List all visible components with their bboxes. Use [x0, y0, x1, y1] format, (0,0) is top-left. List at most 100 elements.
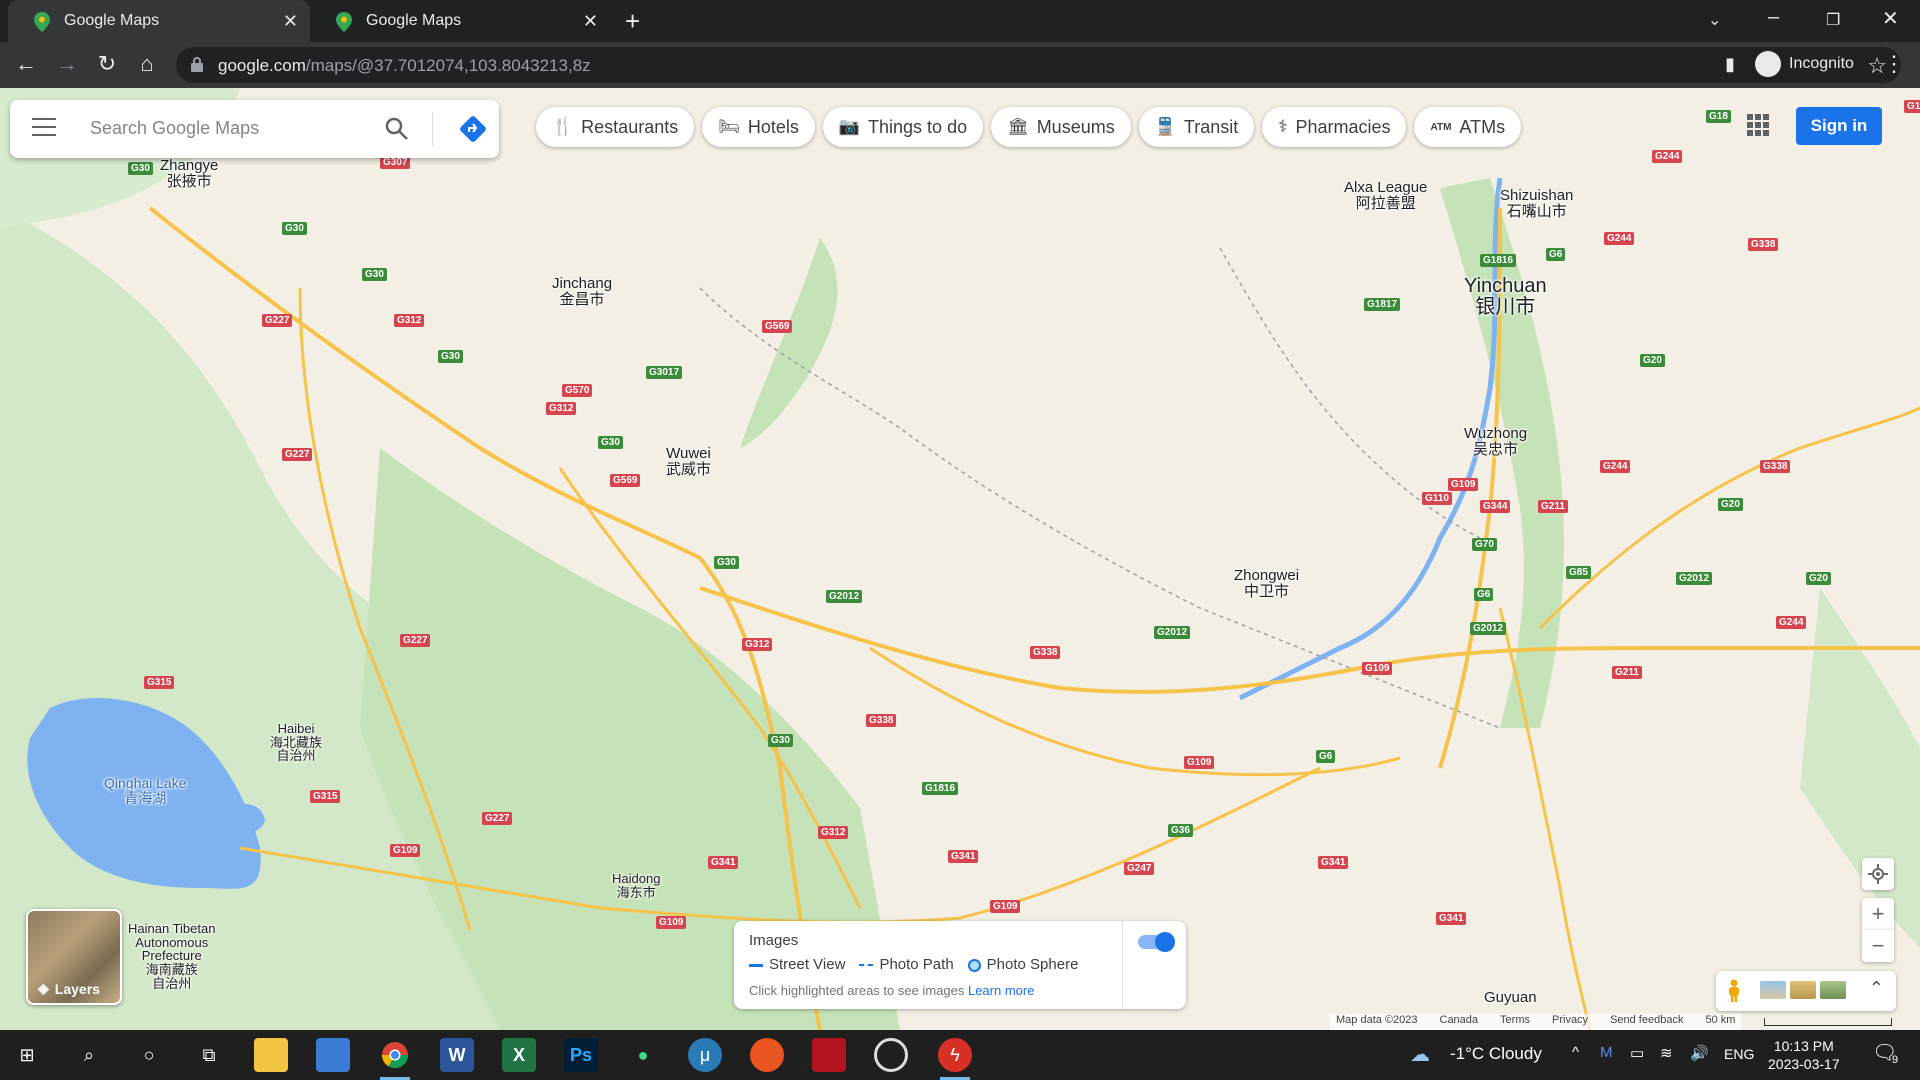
media-app-icon[interactable]: [812, 1038, 846, 1072]
city-label-haidong[interactable]: Haidong 海东市: [612, 872, 660, 899]
side-panel-icon[interactable]: ▮: [1716, 54, 1744, 75]
minimize-icon[interactable]: –: [1768, 6, 1779, 29]
road-shield: G244: [1652, 150, 1683, 163]
file-explorer-icon[interactable]: [254, 1038, 288, 1072]
city-label-wuzhong[interactable]: Wuzhong 吴忠市: [1464, 426, 1527, 458]
city-label-shizuishan[interactable]: Shizuishan 石嘴山市: [1500, 188, 1573, 220]
chip-atms[interactable]: ATM ATMs: [1414, 107, 1522, 147]
language-indicator[interactable]: ENG: [1724, 1046, 1754, 1062]
road-shield: G244: [1776, 616, 1807, 629]
mu-app-icon[interactable]: μ: [688, 1038, 722, 1072]
wifi-icon[interactable]: ≋: [1660, 1044, 1673, 1062]
google-apps-icon[interactable]: [1747, 114, 1769, 136]
road-shield: G6: [1546, 248, 1566, 261]
control-panel-icon[interactable]: [316, 1038, 350, 1072]
road-shield: G30: [598, 436, 623, 449]
browser-menu-icon[interactable]: ⋮: [1880, 51, 1908, 77]
chip-museums[interactable]: 🏛 Museums: [991, 107, 1131, 147]
weather-text[interactable]: -1°C Cloudy: [1450, 1044, 1542, 1064]
new-tab-icon[interactable]: +: [625, 6, 640, 37]
photoshop-icon[interactable]: Ps: [564, 1038, 598, 1072]
incognito-profile[interactable]: Incognito: [1755, 51, 1854, 77]
imagery-thumbnail[interactable]: [1820, 981, 1846, 999]
road-shield: G227: [282, 448, 313, 461]
word-icon[interactable]: W: [440, 1038, 474, 1072]
pegman-icon[interactable]: [1726, 979, 1742, 1003]
city-label-zhongwei[interactable]: Zhongwei 中卫市: [1234, 568, 1299, 600]
close-tab-icon[interactable]: ✕: [583, 11, 598, 32]
chip-things-to-do[interactable]: 📷 Things to do: [822, 107, 984, 147]
region-label-hainan[interactable]: Hainan Tibetan Autonomous Prefecture 海南藏族 自治…: [128, 922, 215, 990]
reload-icon[interactable]: ↻: [93, 51, 121, 77]
imagery-thumbnail[interactable]: [1760, 981, 1786, 999]
home-icon[interactable]: ⌂: [133, 51, 161, 77]
zoom-in-button[interactable]: +: [1862, 898, 1894, 930]
images-panel-divider: [1122, 921, 1123, 1009]
search-icon[interactable]: [384, 116, 410, 142]
fork-knife-icon: 🍴: [552, 117, 574, 136]
ubuntu-icon[interactable]: [750, 1038, 784, 1072]
restore-icon[interactable]: ❐: [1826, 10, 1840, 30]
battery-icon[interactable]: ▭: [1630, 1044, 1644, 1062]
task-view-icon[interactable]: ⧉: [192, 1038, 226, 1072]
images-toggle[interactable]: [1138, 932, 1175, 952]
road-shield: G18: [1706, 110, 1731, 123]
chrome-icon[interactable]: [378, 1038, 412, 1080]
city-label-jinchang[interactable]: Jinchang 金昌市: [552, 276, 612, 308]
close-tab-icon[interactable]: ✕: [283, 11, 298, 32]
city-label-zhangye[interactable]: Zhangye 张掖市: [160, 158, 218, 190]
road-shield: G227: [262, 314, 293, 327]
excel-icon[interactable]: X: [502, 1038, 536, 1072]
tray-app-icon[interactable]: M: [1600, 1044, 1613, 1061]
search-input[interactable]: Search Google Maps: [90, 118, 259, 139]
browser-tab-2[interactable]: Google Maps ✕: [310, 0, 610, 42]
maps-pin-icon: [34, 12, 50, 32]
zoom-out-button[interactable]: −: [1862, 930, 1894, 962]
android-app-icon[interactable]: ●: [626, 1038, 660, 1072]
close-window-icon[interactable]: ✕: [1882, 6, 1899, 31]
lake-label-qinghai[interactable]: Qinghai Lake 青海湖: [104, 776, 187, 805]
layers-button[interactable]: ◈ Layers: [26, 909, 122, 1005]
my-location-button[interactable]: [1862, 858, 1894, 890]
chip-transit[interactable]: 🚆 Transit: [1138, 107, 1255, 147]
cortana-icon[interactable]: ○: [132, 1038, 166, 1072]
windows-start-icon[interactable]: ⊞: [10, 1038, 44, 1072]
region-label-haibei[interactable]: Haibei 海北藏族 自治州: [270, 722, 322, 763]
chip-pharmacies[interactable]: ⚕ Pharmacies: [1262, 107, 1407, 147]
clock[interactable]: 10:13 PM 2023-03-17: [1768, 1037, 1840, 1073]
flash-app-icon[interactable]: ϟ: [938, 1038, 972, 1080]
browser-tab-1[interactable]: Google Maps ✕: [8, 0, 310, 42]
scale-label[interactable]: 50 km: [1705, 1014, 1735, 1030]
back-icon[interactable]: ←: [12, 51, 40, 77]
road-shield: G1817: [1364, 298, 1401, 311]
city-label-wuwei[interactable]: Wuwei 武威市: [666, 446, 711, 478]
road-shield: G2012: [1470, 622, 1507, 635]
disc-app-icon[interactable]: [874, 1038, 908, 1072]
map-canvas[interactable]: Zhangye 张掖市 Jinchang 金昌市 Wuwei 武威市 Alxa Lea…: [0, 88, 1920, 1030]
directions-icon[interactable]: [458, 114, 488, 144]
hamburger-menu-icon[interactable]: [32, 118, 56, 138]
road-shield: G2012: [826, 590, 863, 603]
chip-restaurants[interactable]: 🍴 Restaurants: [536, 107, 695, 147]
learn-more-link[interactable]: Learn more: [968, 983, 1034, 998]
city-label-yinchuan[interactable]: Yinchuan 银川市: [1464, 276, 1547, 318]
chip-hotels[interactable]: 🛏 Hotels: [702, 107, 815, 147]
search-icon[interactable]: ⌕: [72, 1038, 106, 1072]
road-shield: G315: [144, 676, 175, 689]
road-shield: G312: [742, 638, 773, 651]
city-label-alxa[interactable]: Alxa League 阿拉善盟: [1344, 180, 1427, 212]
expand-chevron-icon[interactable]: ⌃: [1869, 978, 1884, 999]
search-box[interactable]: Search Google Maps: [10, 100, 499, 158]
imagery-thumbnail[interactable]: [1790, 981, 1816, 999]
forward-icon[interactable]: →: [53, 51, 81, 77]
weather-icon[interactable]: ☁: [1410, 1042, 1430, 1067]
scale-bar[interactable]: [1764, 1018, 1892, 1026]
road-shield: G338: [866, 714, 897, 727]
volume-icon[interactable]: 🔊: [1690, 1044, 1709, 1062]
city-label-guyuan[interactable]: Guyuan: [1484, 990, 1537, 1006]
address-bar[interactable]: google.com/maps/@37.7012074,103.8043213,…: [176, 47, 1901, 83]
tray-chevron-icon[interactable]: ^: [1572, 1044, 1579, 1061]
camera-icon: 📷: [838, 117, 861, 136]
tab-search-icon[interactable]: ⌄: [1708, 10, 1721, 30]
sign-in-button[interactable]: Sign in: [1796, 107, 1882, 145]
